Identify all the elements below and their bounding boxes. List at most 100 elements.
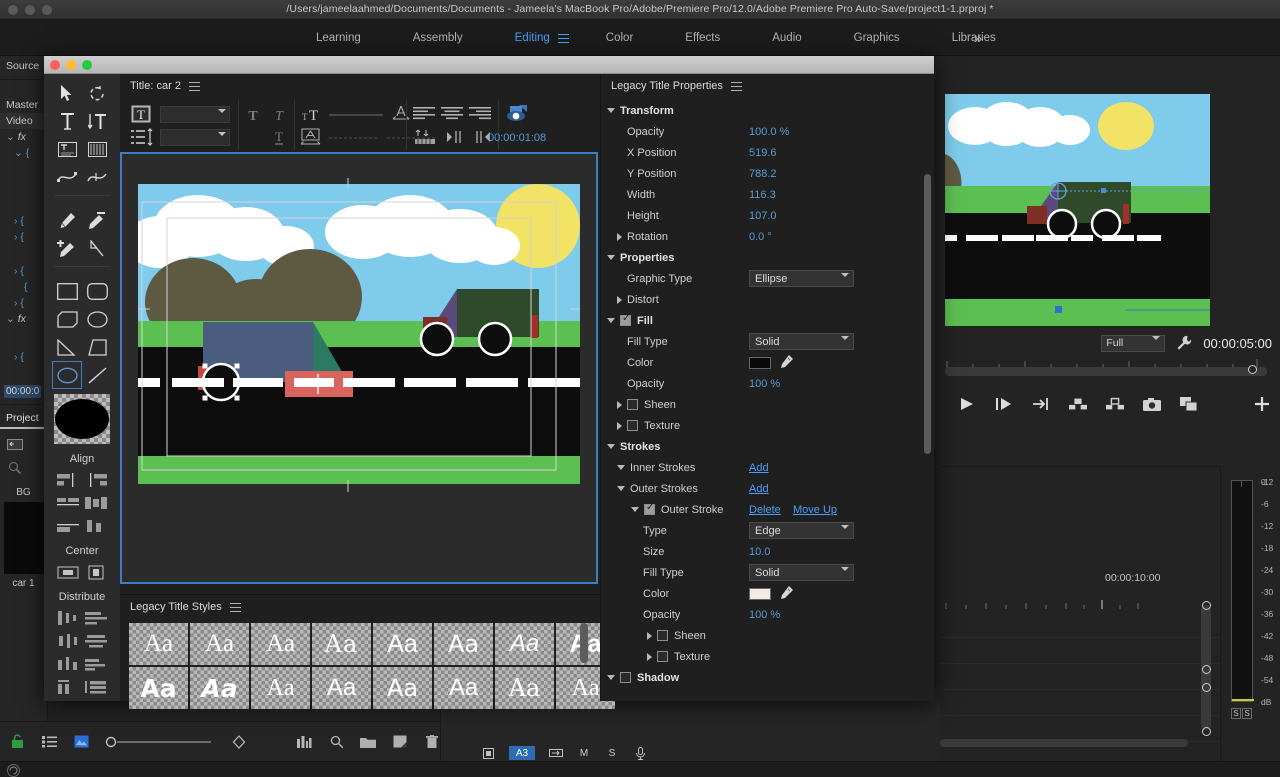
wedge-tool-icon[interactable]	[83, 306, 111, 332]
stroke-fill-type-select[interactable]: Solid	[749, 564, 854, 581]
rotation-tool-icon[interactable]	[83, 80, 111, 106]
tab-effects[interactable]: Effects	[659, 20, 746, 56]
prop-stroke-color[interactable]: Color	[601, 583, 927, 604]
ellipse-tool-icon[interactable]	[53, 362, 81, 388]
comparison-view-icon[interactable]	[1180, 395, 1198, 413]
tab-assembly[interactable]: Assembly	[387, 20, 489, 56]
chevron-down-icon[interactable]	[617, 486, 625, 491]
shadow-checkbox[interactable]	[620, 672, 631, 683]
center-horizontally-icon[interactable]	[56, 562, 81, 582]
group-shadow[interactable]: Shadow	[601, 667, 927, 688]
playhead-handle[interactable]	[1248, 365, 1257, 374]
vertical-area-type-tool-icon[interactable]	[83, 136, 111, 162]
vertical-type-tool-icon[interactable]	[83, 108, 111, 134]
panel-menu-icon[interactable]	[189, 82, 200, 91]
chevron-down-icon[interactable]	[607, 255, 615, 260]
prop-fill-sheen[interactable]: Sheen	[601, 394, 927, 415]
add-anchor-point-tool-icon[interactable]	[53, 235, 81, 261]
sheen-checkbox[interactable]	[627, 399, 638, 410]
show-background-video-icon[interactable]	[504, 103, 530, 123]
rounded-rectangle-tool-icon[interactable]	[83, 278, 111, 304]
prop-stroke-fill-type[interactable]: Fill Type Solid	[601, 562, 927, 583]
maximize-icon[interactable]	[82, 60, 92, 70]
workspace-overflow-icon[interactable]: »	[962, 20, 994, 56]
settings-wrench-icon[interactable]	[1175, 334, 1193, 352]
prop-outer-strokes[interactable]: Outer Strokes Add	[601, 478, 927, 499]
arc-tool-icon[interactable]	[83, 334, 111, 360]
timeline-track-row[interactable]	[940, 690, 1220, 716]
tracking-icon[interactable]	[298, 127, 324, 147]
align-right-text-icon[interactable]	[468, 105, 492, 123]
align-center-text-icon[interactable]	[440, 105, 464, 123]
timeline-horizontal-scrollbar[interactable]	[940, 739, 1188, 747]
fx-subrow-7[interactable]: › {	[0, 349, 47, 365]
chevron-down-icon[interactable]	[607, 318, 615, 323]
stroke-eyedropper-icon[interactable]	[779, 585, 794, 603]
triangle-tool-icon[interactable]	[53, 334, 81, 360]
styles-scrollbar[interactable]	[580, 623, 588, 663]
style-swatch[interactable]: Aa	[312, 667, 371, 709]
workspace-menu-icon[interactable]	[556, 20, 572, 56]
fx-subrow-5[interactable]: {	[0, 279, 47, 295]
prop-height[interactable]: Height 107.0	[601, 205, 927, 226]
title-leading-icon[interactable]	[130, 127, 156, 147]
cc-sync-icon[interactable]	[4, 761, 22, 777]
chevron-down-icon[interactable]	[617, 465, 625, 470]
properties-scrollbar[interactable]	[924, 174, 931, 454]
zoom-slider[interactable]	[105, 733, 215, 751]
title-text-box-icon[interactable]: T	[130, 104, 152, 124]
timeline-track-row[interactable]	[940, 612, 1220, 638]
fx-subrow-1[interactable]: ⌄ {	[0, 145, 47, 161]
prop-stroke-type[interactable]: Type Edge	[601, 520, 927, 541]
stroke-type-select[interactable]: Edge	[749, 522, 854, 539]
convert-anchor-point-tool-icon[interactable]	[83, 235, 111, 261]
align-bottom-icon[interactable]	[56, 516, 81, 536]
group-fill[interactable]: Fill	[601, 310, 927, 331]
kerning-icon[interactable]	[388, 104, 414, 124]
program-monitor-ruler[interactable]	[945, 356, 1267, 366]
solo-button-left[interactable]: S	[1231, 708, 1241, 719]
texture-checkbox[interactable]	[627, 420, 638, 431]
fill-eyedropper-icon[interactable]	[779, 354, 794, 372]
timeline-track-row[interactable]	[940, 664, 1220, 690]
chevron-down-icon[interactable]	[607, 675, 615, 680]
distribute-center-vertical-icon[interactable]	[56, 631, 81, 651]
prop-y-position[interactable]: Y Position 788.2	[601, 163, 927, 184]
align-top-icon[interactable]	[56, 493, 81, 513]
chevron-right-icon[interactable]	[617, 233, 622, 241]
chevron-right-icon[interactable]	[617, 296, 622, 304]
type-tool-icon[interactable]	[53, 108, 81, 134]
vscroll-handle-bottom[interactable]	[1202, 727, 1211, 736]
distribute-left-icon[interactable]	[56, 608, 81, 628]
vscroll-handle-mid-1[interactable]	[1202, 665, 1211, 674]
chevron-right-icon[interactable]	[617, 422, 622, 430]
search-icon[interactable]	[6, 459, 24, 477]
close-icon[interactable]	[50, 60, 60, 70]
vscroll-handle-top[interactable]	[1202, 601, 1211, 610]
new-item-icon[interactable]	[392, 733, 408, 751]
minimize-icon[interactable]	[66, 60, 76, 70]
play-icon[interactable]	[958, 395, 976, 413]
outer-stroke-delete-link[interactable]: Delete	[749, 504, 781, 516]
align-right-icon[interactable]	[84, 470, 109, 490]
track-solo-button[interactable]: S	[605, 746, 619, 760]
program-monitor-scrollbar[interactable]	[945, 367, 1267, 376]
prop-fill-color[interactable]: Color	[601, 352, 927, 373]
prop-opacity[interactable]: Opacity 100.0 %	[601, 121, 927, 142]
program-monitor-video[interactable]: ×	[945, 94, 1210, 326]
title-timecode[interactable]: 00:00:01:08	[488, 132, 608, 144]
tab-stops-icon[interactable]	[412, 128, 438, 146]
fill-color-chip[interactable]	[749, 357, 771, 369]
track-a3-button[interactable]: A3	[509, 746, 535, 760]
outer-strokes-add-link[interactable]: Add	[749, 483, 769, 495]
project-tab[interactable]: Project	[0, 409, 45, 429]
playback-quality-select[interactable]: Full	[1101, 335, 1165, 352]
distribute-top-icon[interactable]	[84, 608, 109, 628]
keyframe-icon[interactable]	[231, 733, 247, 751]
prop-stroke-opacity[interactable]: Opacity 100 %	[601, 604, 927, 625]
center-vertically-icon[interactable]	[84, 562, 109, 582]
prop-rotation[interactable]: Rotation 0.0 °	[601, 226, 927, 247]
graphic-type-select[interactable]: Ellipse	[749, 270, 854, 287]
chevron-right-icon[interactable]	[647, 632, 652, 640]
freeform-view-icon[interactable]	[297, 733, 313, 751]
